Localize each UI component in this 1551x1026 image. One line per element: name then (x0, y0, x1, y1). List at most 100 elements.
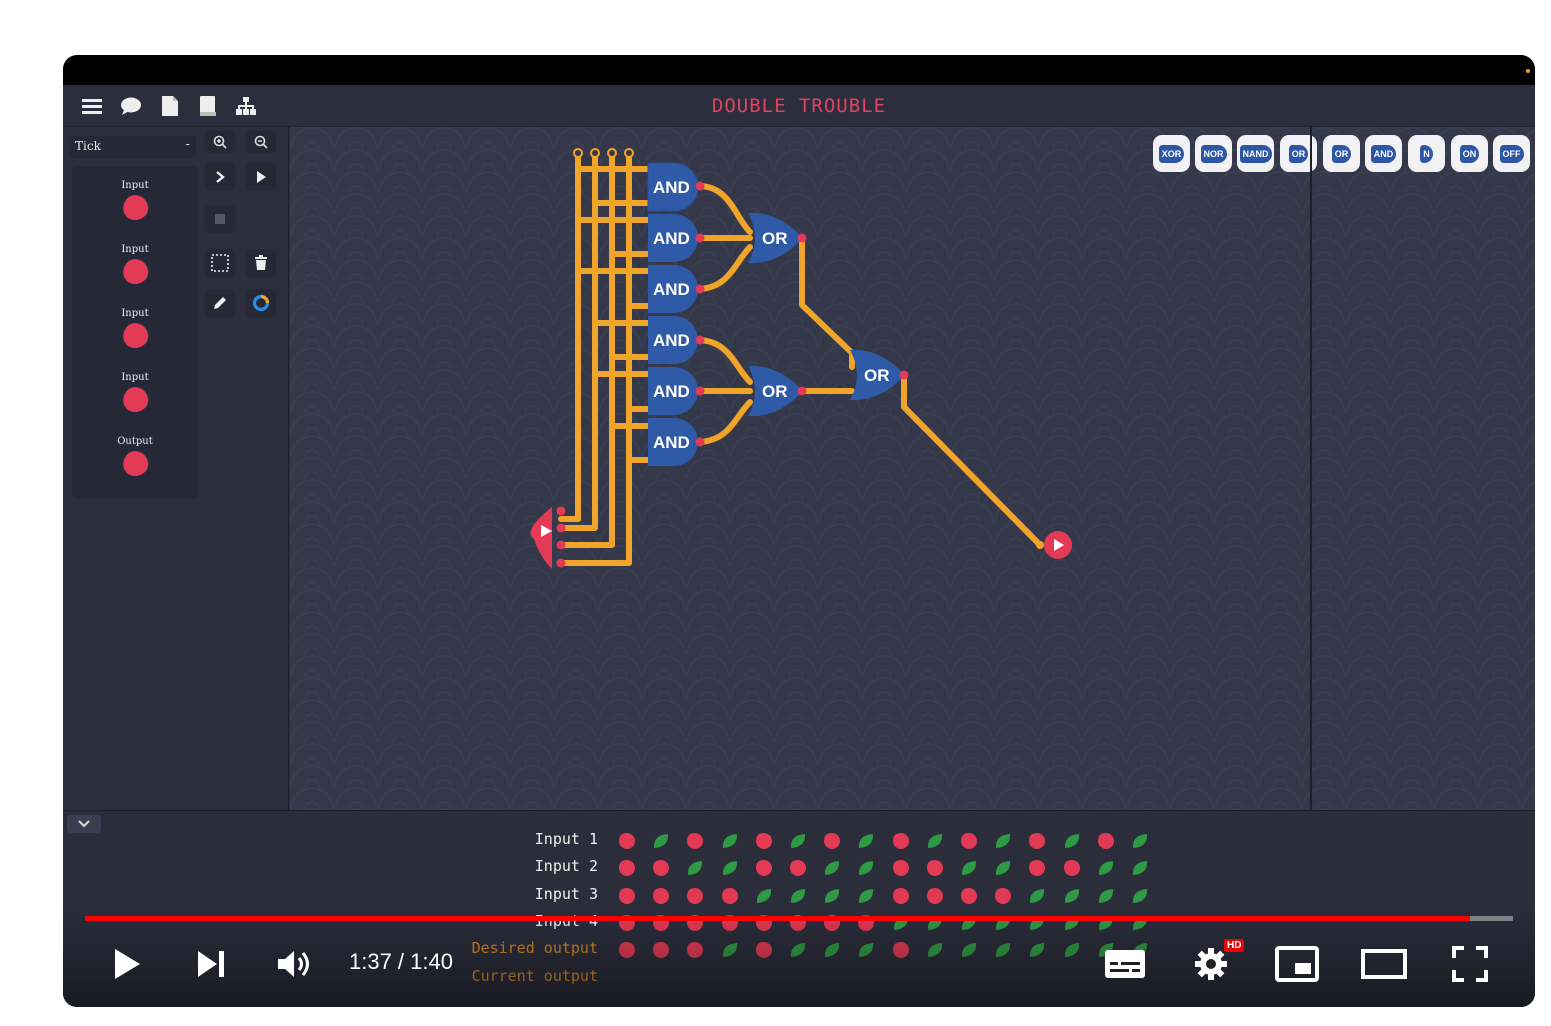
io-item-output[interactable]: Output (72, 436, 198, 480)
circuit-canvas[interactable]: AND AND AND AND AND AND OR OR OR XOR NOR… (290, 127, 1535, 810)
or-gate-label: OR (864, 366, 890, 385)
truth-table-cell (653, 887, 670, 904)
truth-table-cell (892, 860, 909, 877)
skip-next-icon (198, 951, 224, 977)
truth-table-cell (1098, 888, 1113, 903)
top-bar: DOUBLE TROUBLE (63, 85, 1535, 127)
output-node (1036, 531, 1072, 559)
delete-button[interactable] (246, 249, 276, 277)
palette-xor[interactable]: XOR (1153, 135, 1190, 172)
or-gate-icon: OR (1288, 144, 1309, 163)
or-gate-label: OR (762, 229, 788, 248)
select-button[interactable] (205, 249, 235, 277)
io-component-list: Input Input Input Input Output (72, 166, 198, 499)
not-gate-icon: N (1420, 144, 1433, 163)
truth-table-cell (1132, 888, 1148, 903)
volume-button[interactable] (273, 944, 317, 984)
pencil-icon (214, 297, 226, 309)
zoom-out-icon (254, 135, 268, 149)
palette-or-2[interactable]: OR (1323, 135, 1360, 172)
truth-table-row-label: Input 2 (534, 857, 598, 876)
io-item-label: Input (121, 372, 149, 383)
palette-nand[interactable]: NAND (1237, 135, 1274, 172)
circuit-diagram[interactable]: AND AND AND AND AND AND OR OR OR (290, 127, 1535, 810)
palette-off[interactable]: OFF (1493, 135, 1530, 172)
nand-gate-icon: NAND (1239, 144, 1272, 163)
zoom-in-button[interactable] (205, 131, 235, 153)
collapse-button[interactable] (67, 815, 101, 833)
step-icon (216, 171, 225, 183)
play-button[interactable] (107, 944, 147, 984)
tick-select-value: Tick (75, 139, 101, 153)
truth-table-row-label: Input 3 (534, 884, 598, 903)
play-icon (115, 949, 140, 979)
or-gates: OR OR OR (748, 212, 905, 417)
left-panel: Tick - Input Input Input Input Output (63, 127, 289, 810)
status-dot (1526, 69, 1530, 73)
progress-bar[interactable] (85, 916, 1513, 921)
tick-minus-button[interactable]: - (186, 137, 190, 152)
truth-table-cell (825, 861, 840, 876)
and-gate-label: AND (653, 280, 690, 299)
io-item-input-3[interactable]: Input (72, 308, 198, 352)
stop-button[interactable] (205, 205, 235, 233)
truth-table-cell (996, 834, 1011, 848)
truth-table-cell (721, 887, 738, 904)
and-gate-label: AND (653, 382, 690, 401)
miniplayer-icon (1275, 946, 1319, 982)
palette-on[interactable]: ON (1451, 135, 1488, 172)
io-item-label: Input (121, 308, 149, 319)
subtitles-button[interactable] (1103, 944, 1147, 984)
step-button[interactable] (205, 163, 235, 191)
truth-table-cell (688, 861, 703, 876)
select-icon (211, 254, 229, 272)
truth-table-cell (961, 861, 977, 876)
play-button[interactable] (246, 163, 276, 191)
or-gate-label: OR (762, 382, 788, 401)
truth-table-cell (619, 860, 635, 877)
stop-icon (215, 214, 225, 224)
miniplayer-button[interactable] (1275, 944, 1319, 984)
fullscreen-button[interactable] (1450, 944, 1490, 984)
input-node-icon (119, 320, 151, 351)
truth-table-cell (619, 887, 635, 904)
truth-table-cell (722, 861, 737, 876)
truth-table-cell (790, 888, 806, 903)
chevron-down-icon (78, 820, 90, 828)
next-button[interactable] (191, 944, 231, 984)
play-icon (257, 171, 266, 183)
io-item-label: Input (121, 244, 149, 255)
io-item-input-4[interactable]: Input (72, 372, 198, 416)
color-button[interactable] (246, 289, 276, 317)
palette-and[interactable]: AND (1365, 135, 1402, 172)
on-switch-icon: ON (1459, 144, 1480, 163)
truth-table-cell (859, 888, 874, 903)
truth-table-cell (1064, 888, 1079, 903)
io-item-input-1[interactable]: Input (72, 180, 198, 224)
truth-table-cell (1030, 888, 1045, 903)
truth-table-cell (961, 833, 977, 849)
truth-table-cell (824, 833, 841, 849)
truth-table-cell (961, 887, 977, 904)
zoom-out-button[interactable] (246, 131, 276, 153)
truth-table-cell (756, 888, 771, 903)
progress-played (85, 916, 1471, 921)
palette-not[interactable]: N (1408, 135, 1445, 172)
output-node-icon (119, 448, 151, 479)
truth-table-cell (687, 887, 704, 904)
palette-nor[interactable]: NOR (1195, 135, 1232, 172)
volume-icon (278, 951, 309, 977)
trash-icon (255, 255, 267, 270)
and-gate-label: AND (653, 229, 690, 248)
hd-badge: HD (1224, 939, 1245, 952)
io-item-input-2[interactable]: Input (72, 244, 198, 288)
tick-select[interactable]: Tick - (70, 136, 196, 158)
video-player[interactable]: DOUBLE TROUBLE Tick - Input Input Input (63, 55, 1535, 1007)
theater-mode-button[interactable] (1361, 944, 1407, 984)
truth-table-cell (653, 860, 670, 877)
and-gate-label: AND (653, 331, 690, 350)
truth-table-cell (859, 861, 874, 876)
truth-table-cell (790, 860, 806, 877)
pencil-button[interactable] (205, 289, 235, 317)
subtitles-icon (1105, 950, 1145, 978)
